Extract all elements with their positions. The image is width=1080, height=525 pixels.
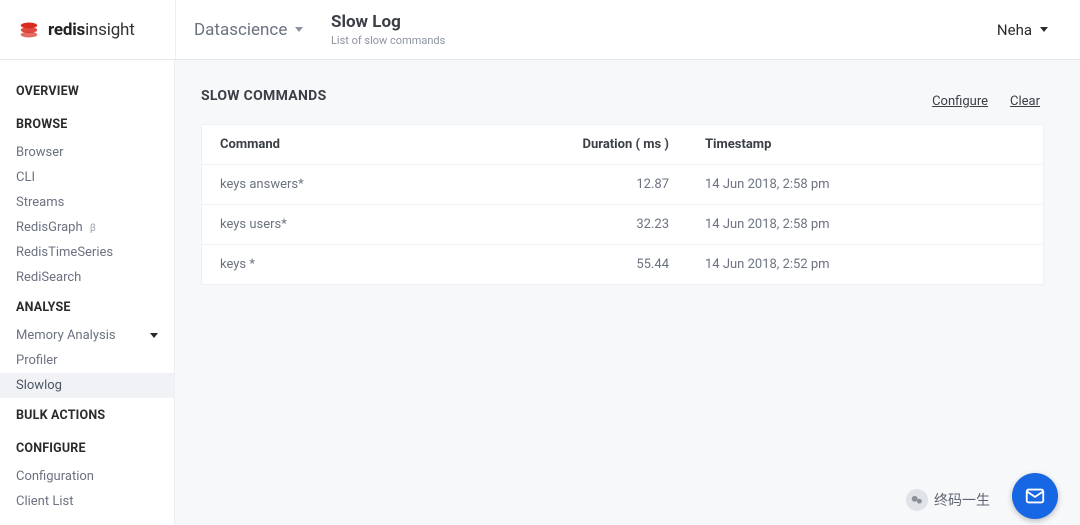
- sidebar-item-cli[interactable]: CLI: [0, 165, 174, 190]
- sidebar-item-label: Configuration: [16, 469, 94, 484]
- sidebar-item-label: RedisGraph β: [16, 220, 96, 235]
- sidebar-item-label: Slowlog: [16, 378, 62, 393]
- sidebar-section-header: OVERVIEW: [0, 74, 174, 107]
- sidebar-item-redisearch[interactable]: RediSearch: [0, 265, 174, 290]
- page-title-block: Slow Log List of slow commands: [325, 12, 445, 47]
- configure-link[interactable]: Configure: [932, 94, 988, 109]
- database-selector[interactable]: Datascience: [175, 0, 325, 59]
- cell-duration: 55.44: [565, 257, 705, 272]
- cell-timestamp: 14 Jun 2018, 2:58 pm: [705, 177, 1025, 192]
- sidebar-item-profiler[interactable]: Profiler: [0, 348, 174, 373]
- sidebar-item-label: Profiler: [16, 353, 58, 368]
- sidebar-item-memory-analysis[interactable]: Memory Analysis: [0, 323, 174, 348]
- sidebar-item-label: RediSearch: [16, 270, 81, 285]
- cell-command: keys *: [220, 257, 565, 272]
- sidebar-item-browser[interactable]: Browser: [0, 140, 174, 165]
- sidebar: OVERVIEWBROWSE Browser CLI Streams RedisGrap…: [0, 60, 175, 525]
- main-content: SLOW COMMANDS Configure Clear Command Du…: [175, 60, 1080, 525]
- footer-brand-text: 终码一生: [934, 490, 990, 510]
- table-row[interactable]: keys answers*12.8714 Jun 2018, 2:58 pm: [202, 165, 1043, 205]
- chevron-down-icon: [150, 333, 158, 338]
- redis-logo-icon: [18, 19, 40, 41]
- app-logo-text: redisinsight: [48, 20, 135, 40]
- cell-duration: 12.87: [565, 177, 705, 192]
- sidebar-item-streams[interactable]: Streams: [0, 190, 174, 215]
- page-title: Slow Log: [331, 12, 445, 32]
- clear-link[interactable]: Clear: [1010, 94, 1040, 109]
- cell-duration: 32.23: [565, 217, 705, 232]
- chevron-down-icon: [1040, 27, 1048, 32]
- topbar: redisinsight Datascience Slow Log List o…: [0, 0, 1080, 60]
- sidebar-item-redistimeseries[interactable]: RedisTimeSeries: [0, 240, 174, 265]
- sidebar-item-slowlog[interactable]: Slowlog: [0, 373, 174, 398]
- slowlog-table: Command Duration ( ms ) Timestamp keys a…: [201, 124, 1044, 285]
- section-actions: Configure Clear: [932, 94, 1040, 109]
- page-subtitle: List of slow commands: [331, 34, 445, 47]
- cell-command: keys answers*: [220, 177, 565, 192]
- cell-timestamp: 14 Jun 2018, 2:52 pm: [705, 257, 1025, 272]
- sidebar-item-label: CLI: [16, 170, 35, 185]
- sidebar-item-redisgraph[interactable]: RedisGraph β: [0, 215, 174, 240]
- table-row[interactable]: keys *55.4414 Jun 2018, 2:52 pm: [202, 245, 1043, 284]
- user-name: Neha: [997, 21, 1032, 39]
- user-menu[interactable]: Neha: [997, 21, 1062, 39]
- table-header-row: Command Duration ( ms ) Timestamp: [202, 125, 1043, 165]
- sidebar-item-label: Streams: [16, 195, 64, 210]
- sidebar-section-header: CONFIGURE: [0, 431, 174, 464]
- sidebar-section-header: BROWSE: [0, 107, 174, 140]
- sidebar-section-header: BULK ACTIONS: [0, 398, 174, 431]
- database-selector-label: Datascience: [194, 20, 287, 40]
- sidebar-section-header: ANALYSE: [0, 290, 174, 323]
- cell-timestamp: 14 Jun 2018, 2:58 pm: [705, 217, 1025, 232]
- sidebar-item-label: RedisTimeSeries: [16, 245, 113, 260]
- sidebar-item-label: Memory Analysis: [16, 328, 116, 343]
- table-row[interactable]: keys users*32.2314 Jun 2018, 2:58 pm: [202, 205, 1043, 245]
- mail-icon: [1024, 485, 1046, 507]
- contact-fab[interactable]: [1012, 473, 1058, 519]
- section-title: SLOW COMMANDS: [201, 88, 1044, 104]
- sidebar-item-client-list[interactable]: Client List: [0, 489, 174, 514]
- col-header-timestamp: Timestamp: [705, 137, 1025, 152]
- col-header-command: Command: [220, 137, 565, 152]
- cell-command: keys users*: [220, 217, 565, 232]
- app-logo[interactable]: redisinsight: [18, 19, 175, 41]
- footer-brand: 终码一生: [906, 489, 990, 511]
- col-header-duration: Duration ( ms ): [565, 137, 705, 152]
- sidebar-item-label: Browser: [16, 145, 64, 160]
- sidebar-item-configuration[interactable]: Configuration: [0, 464, 174, 489]
- wechat-icon: [906, 489, 928, 511]
- chevron-down-icon: [295, 27, 303, 32]
- sidebar-item-label: Client List: [16, 494, 73, 509]
- beta-badge: β: [90, 223, 96, 234]
